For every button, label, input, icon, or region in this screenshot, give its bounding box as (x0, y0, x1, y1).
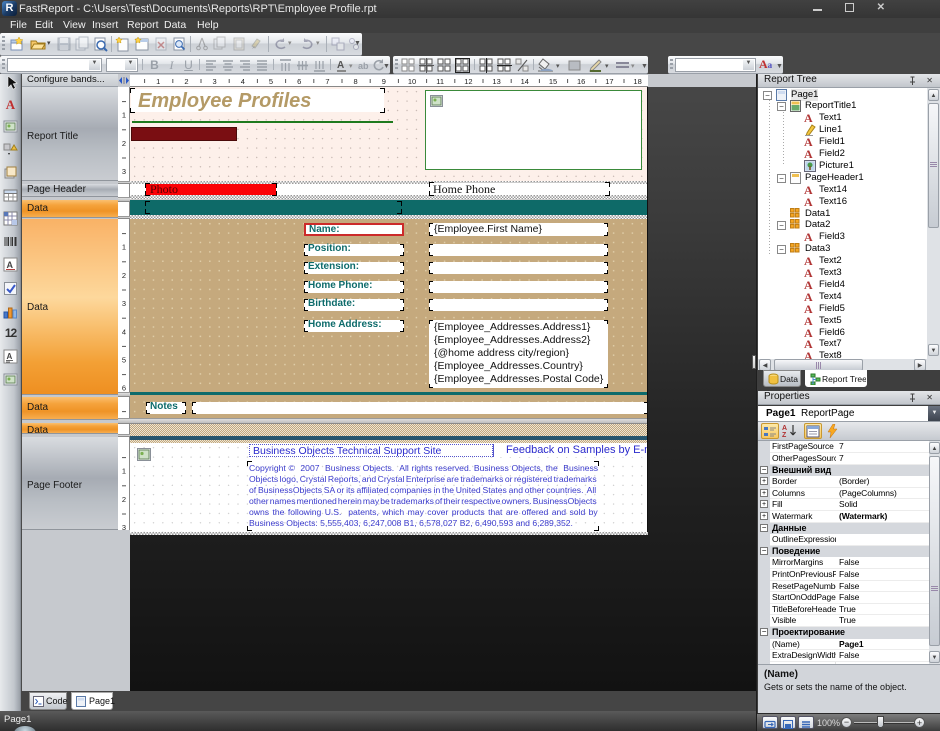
svg-text:6: 6 (297, 77, 301, 86)
svg-text:ab: ab (358, 61, 369, 71)
svg-text:7: 7 (325, 77, 329, 86)
svg-text:Z: Z (782, 432, 787, 438)
svg-text:A: A (337, 60, 344, 71)
svg-text:3: 3 (122, 299, 126, 308)
svg-text:A: A (782, 425, 787, 432)
svg-text:3: 3 (122, 167, 126, 176)
svg-text:13: 13 (492, 77, 500, 86)
svg-text:4: 4 (241, 77, 245, 86)
svg-text:4: 4 (122, 327, 126, 336)
svg-text:1: 1 (122, 243, 126, 252)
svg-text:3: 3 (213, 77, 217, 86)
svg-text:8: 8 (354, 77, 358, 86)
svg-text:A: A (7, 352, 13, 361)
svg-text:1: 1 (122, 111, 126, 120)
svg-text:3: 3 (122, 523, 126, 530)
svg-text:2: 2 (122, 271, 126, 280)
svg-text:14: 14 (521, 77, 529, 86)
svg-text:A: A (7, 260, 14, 270)
svg-text:1: 1 (122, 467, 126, 476)
svg-text:2: 2 (122, 139, 126, 148)
svg-text:16: 16 (577, 77, 585, 86)
svg-text:2: 2 (122, 495, 126, 504)
svg-text:15: 15 (549, 77, 557, 86)
svg-text:17: 17 (605, 77, 613, 86)
svg-text:11: 11 (436, 77, 444, 86)
svg-text:5: 5 (122, 356, 126, 365)
svg-text:12: 12 (464, 77, 472, 86)
svg-text:5: 5 (269, 77, 273, 86)
svg-text:18: 18 (633, 77, 641, 86)
svg-text:2: 2 (184, 77, 188, 86)
svg-text:1: 1 (156, 77, 160, 86)
svg-text:9: 9 (382, 77, 386, 86)
svg-text:10: 10 (408, 77, 416, 86)
